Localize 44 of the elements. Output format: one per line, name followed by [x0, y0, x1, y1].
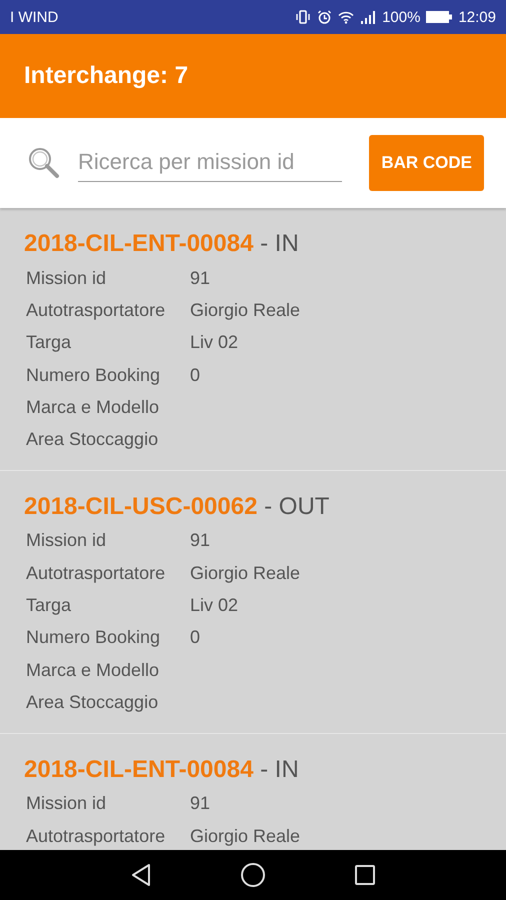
carrier-name: I WIND — [10, 8, 58, 26]
back-icon[interactable] — [130, 863, 152, 887]
screen-title: Interchange: 7 — [24, 62, 188, 90]
battery-icon — [426, 11, 452, 23]
mission-card[interactable]: 2018-CIL-ENT-00084 - IN Mission id 91 Autotrasportatore Giorgio Reale Targa Liv 02 Numero Booking 0 Marca e Modello Area Stoccaggio — [0, 208, 506, 471]
mission-heading: 2018-CIL-ENT-00084 - IN — [24, 756, 300, 784]
field-label: Numero Booking — [26, 364, 162, 386]
field-value: Liv 02 — [190, 595, 238, 616]
field-label: Marca e Modello — [26, 660, 160, 681]
field-value: 91 — [190, 268, 210, 289]
field-value: Giorgio Reale — [190, 562, 300, 584]
field-label: Autotrasportatore — [26, 562, 166, 584]
field-label: Area Stoccaggio — [26, 429, 160, 450]
battery-percentage: 100% — [382, 8, 420, 26]
field-value: 91 — [190, 530, 210, 552]
clock-time: 12:09 — [458, 8, 496, 26]
mission-heading: 2018-CIL-ENT-00084 - IN — [24, 230, 300, 258]
barcode-button[interactable]: BAR CODE — [369, 135, 484, 191]
wifi-icon — [338, 10, 354, 24]
field-label: Targa — [26, 332, 72, 354]
field-label: Marca e Modello — [26, 396, 160, 418]
home-icon[interactable] — [240, 862, 266, 888]
field-label: Mission id — [26, 268, 108, 289]
field-value: 0 — [190, 364, 200, 386]
field-value: 0 — [190, 627, 200, 648]
alarm-icon — [317, 10, 332, 24]
recents-icon[interactable] — [354, 864, 376, 886]
field-value: Giorgio Reale — [190, 826, 300, 846]
mission-heading: 2018-CIL-USC-00062 - OUT — [24, 492, 330, 521]
search-field[interactable]: Ricerca per mission id — [78, 144, 342, 182]
field-label: Mission id — [26, 793, 108, 814]
vibrate-icon — [295, 10, 312, 24]
mission-card[interactable]: 2018-CIL-USC-00062 - OUT Mission id 91 Autotrasportatore Giorgio Reale Targa Liv 02 Numero Booking 0 Marca e Modello Area Stoccaggio — [0, 470, 506, 734]
field-label: Autotrasportatore — [26, 300, 166, 321]
field-label: Autotrasportatore — [26, 826, 166, 846]
field-label: Area Stoccaggio — [26, 692, 160, 713]
field-label: Mission id — [26, 530, 108, 552]
field-value: Giorgio Reale — [190, 300, 300, 321]
field-label: Numero Booking — [26, 627, 162, 648]
field-value: 91 — [190, 793, 210, 814]
search-icon — [26, 145, 62, 181]
field-value: Liv 02 — [190, 332, 238, 354]
signal-icon — [360, 10, 376, 24]
field-label: Targa — [26, 595, 72, 616]
